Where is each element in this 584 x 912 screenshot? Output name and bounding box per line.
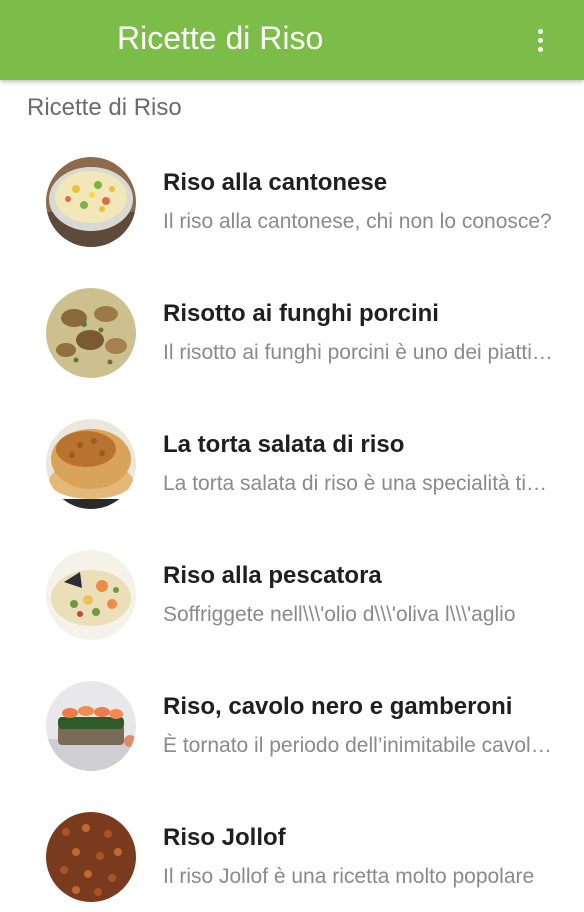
overflow-dot bbox=[537, 37, 543, 43]
recipe-item-la-torta-salata-di-riso[interactable]: La torta salata di riso La torta salata … bbox=[0, 388, 584, 519]
recipe-title: Riso alla cantonese bbox=[163, 169, 388, 196]
recipe-description: Il riso alla cantonese, chi non lo conos… bbox=[163, 210, 552, 233]
recipe-description: Il risotto ai funghi porcini è uno dei p… bbox=[163, 341, 555, 364]
recipe-description: È tornato il periodo dell’inimitabile ca… bbox=[163, 734, 555, 757]
app-bar: Ricette di Riso bbox=[0, 0, 584, 80]
more-vert-icon[interactable] bbox=[532, 22, 548, 58]
recipe-item-riso-alla-pescatora[interactable]: Riso alla pescatora Soffriggete nell\\\'… bbox=[0, 519, 584, 650]
recipe-item-riso-cavolo-nero-e-gamberoni[interactable]: Riso, cavolo nero e gamberoni È tornato … bbox=[0, 650, 584, 781]
rice-kale-prawns-thumbnail bbox=[46, 681, 136, 771]
mushroom-risotto-thumbnail bbox=[46, 288, 136, 378]
overflow-dot bbox=[537, 46, 543, 52]
recipe-title: Riso Jollof bbox=[163, 824, 286, 851]
recipe-title: Risotto ai funghi porcini bbox=[163, 300, 439, 327]
jollof-rice-thumbnail bbox=[46, 812, 136, 902]
recipe-description: Soffriggete nell\\\'olio d\\\'oliva l\\\… bbox=[163, 603, 516, 626]
recipe-description: Il riso Jollof è una ricetta molto popol… bbox=[163, 865, 535, 888]
section-header: Ricette di Riso bbox=[27, 94, 182, 121]
overflow-dot bbox=[537, 28, 543, 34]
recipe-title: La torta salata di riso bbox=[163, 431, 405, 458]
recipe-item-riso-alla-cantonese[interactable]: Riso alla cantonese Il riso alla cantone… bbox=[0, 126, 584, 257]
seafood-rice-thumbnail bbox=[46, 550, 136, 640]
recipe-title: Riso alla pescatora bbox=[163, 562, 382, 589]
fried-rice-bowl-thumbnail bbox=[46, 157, 136, 247]
app-title: Ricette di Riso bbox=[117, 20, 324, 56]
recipe-item-riso-jollof[interactable]: Riso Jollof Il riso Jollof è una ricetta… bbox=[0, 781, 584, 912]
recipe-item-risotto-ai-funghi-porcini[interactable]: Risotto ai funghi porcini Il risotto ai … bbox=[0, 257, 584, 388]
recipe-title: Riso, cavolo nero e gamberoni bbox=[163, 693, 513, 720]
rice-savory-pie-thumbnail bbox=[46, 419, 136, 509]
recipe-description: La torta salata di riso è una specialità… bbox=[163, 472, 555, 495]
recipe-list: Riso alla cantonese Il riso alla cantone… bbox=[0, 126, 584, 912]
